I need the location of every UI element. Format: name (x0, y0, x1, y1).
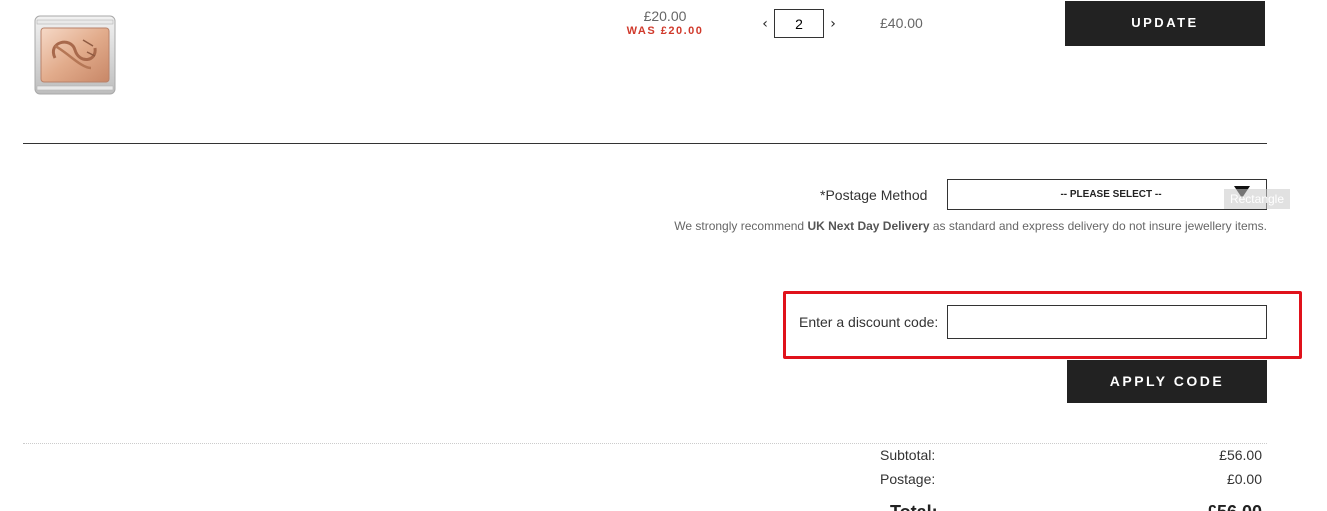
delivery-recommendation: We strongly recommend UK Next Day Delive… (674, 219, 1267, 233)
summary-divider (23, 443, 1267, 444)
chevron-left-icon[interactable]: ‹ (756, 16, 774, 32)
basket-page: £20.00 WAS £20.00 ‹ › £40.00 UPDATE *Pos… (0, 0, 1327, 511)
postage-summary-value: £0.00 (1226, 471, 1262, 487)
unit-price: £20.00 (643, 8, 687, 24)
discount-code-label: Enter a discount code: (799, 314, 939, 330)
subtotal-label: Subtotal: (880, 447, 936, 463)
was-price: WAS £20.00 (626, 25, 704, 37)
subtotal-value: £56.00 (1219, 447, 1262, 463)
discount-code-input[interactable] (947, 305, 1267, 339)
recommend-suffix: as standard and express delivery do not … (929, 219, 1267, 233)
unit-price-block: £20.00 WAS £20.00 (600, 8, 730, 38)
chevron-right-icon[interactable]: › (824, 16, 842, 32)
update-button[interactable]: UPDATE (1065, 1, 1265, 46)
quantity-input[interactable] (774, 9, 824, 38)
total-label: Total: (890, 502, 938, 511)
rectangle-overlay-tag: Rectangle (1224, 189, 1290, 209)
postage-method-label: *Postage Method (820, 187, 927, 203)
postage-label-text: Postage Method (825, 187, 928, 203)
postage-summary-label: Postage: (880, 471, 936, 487)
postage-method-select[interactable]: -- PLEASE SELECT -- (947, 179, 1267, 210)
divider (23, 143, 1267, 144)
recommend-service: UK Next Day Delivery (807, 219, 930, 233)
line-total: £40.00 (880, 15, 923, 31)
recommend-prefix: We strongly recommend (674, 219, 808, 233)
product-thumbnail[interactable] (25, 12, 121, 98)
apply-code-button[interactable]: APPLY CODE (1067, 360, 1267, 403)
total-value: £56.00 (1207, 502, 1262, 511)
quantity-stepper: ‹ › (756, 8, 842, 39)
